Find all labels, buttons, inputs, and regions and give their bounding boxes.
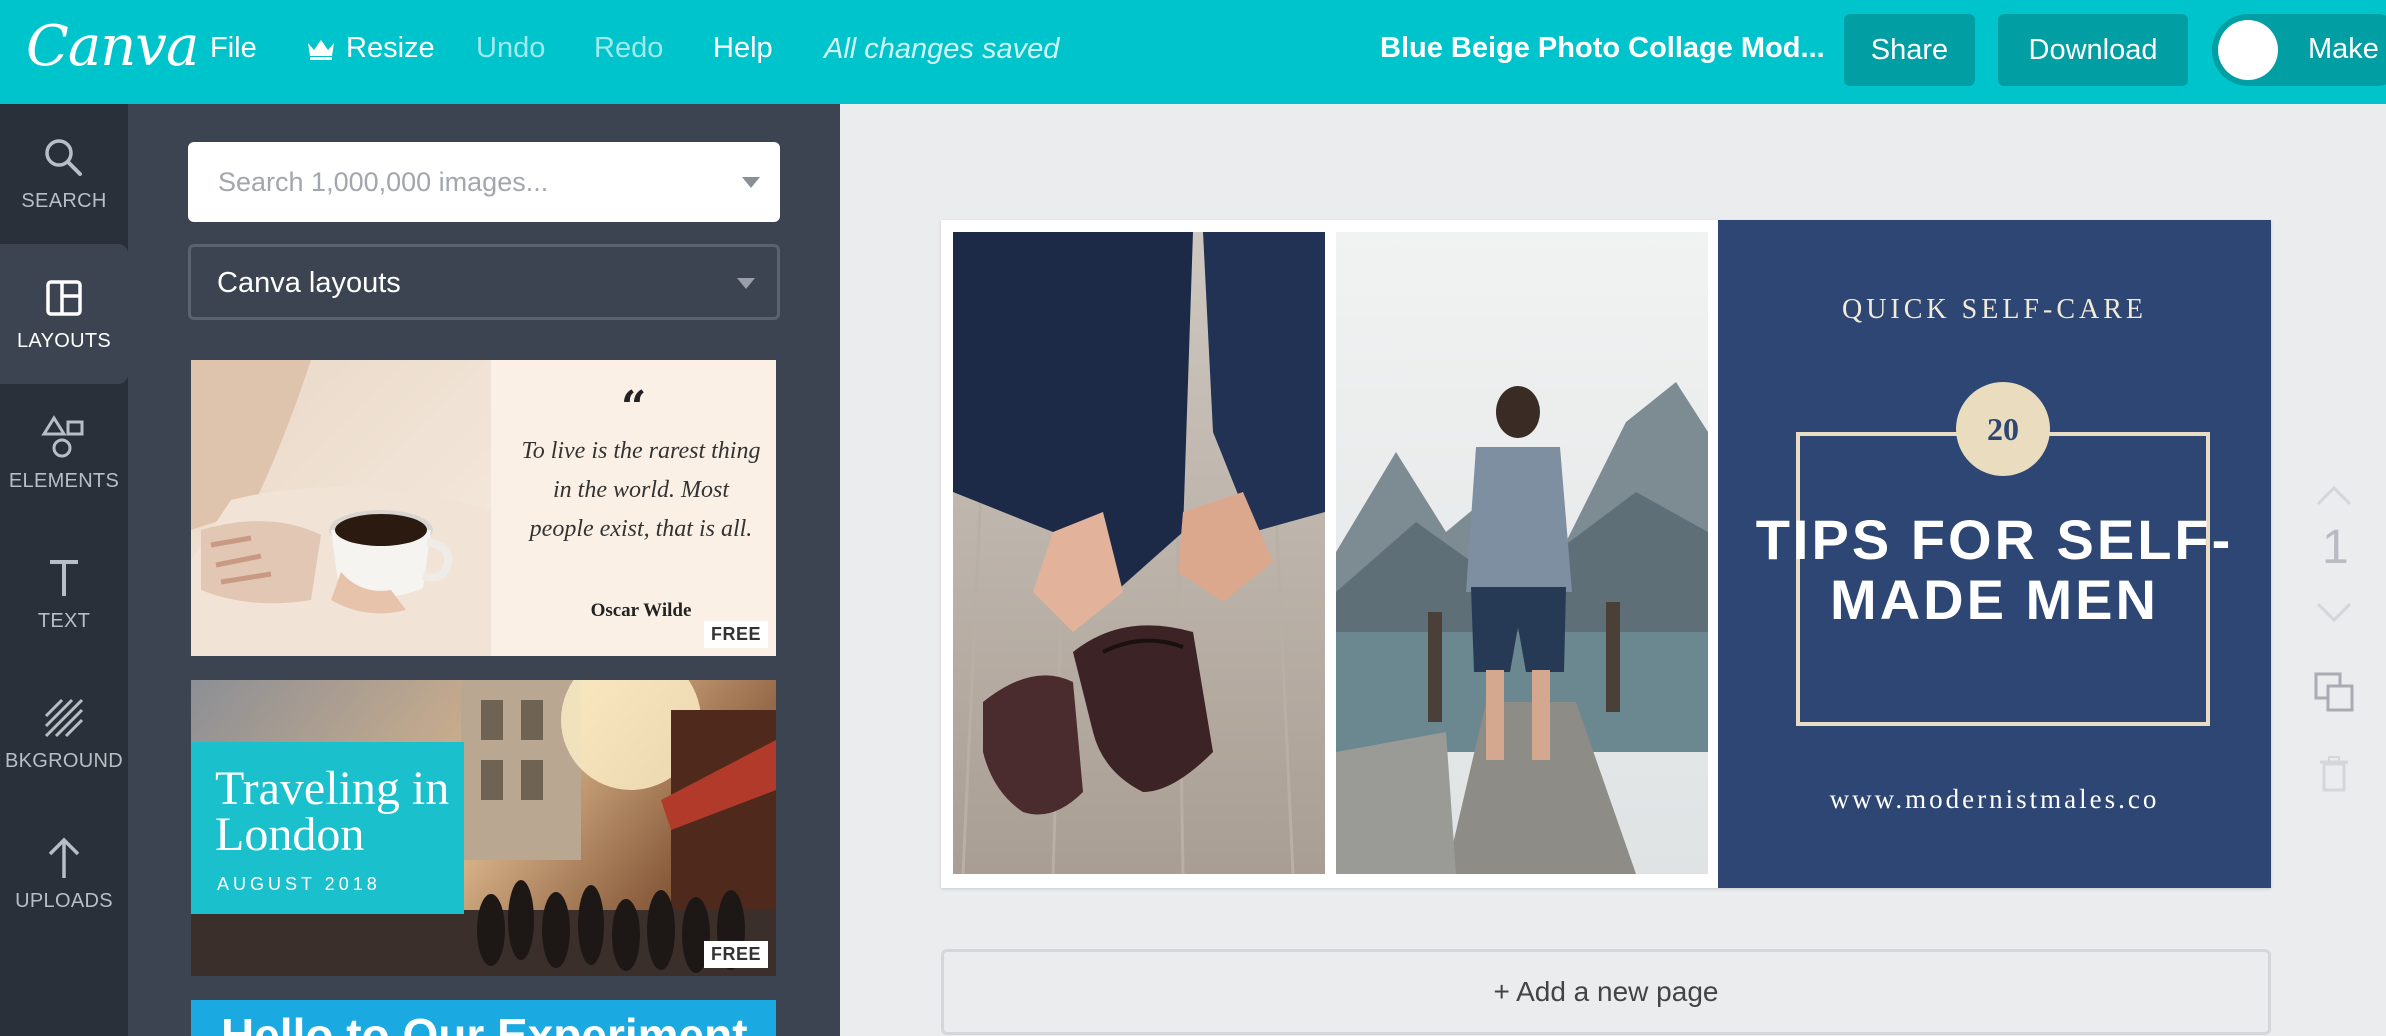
copy-page-icon[interactable] — [2312, 670, 2356, 714]
kicker-text[interactable]: QUICK SELF-CARE — [1718, 294, 2271, 326]
shoe-lacing-photo[interactable] — [953, 232, 1325, 874]
rail-item-uploads[interactable]: UPLOADS — [0, 804, 128, 944]
headline-text[interactable]: TIPS FOR SELF-MADE MEN — [1718, 510, 2271, 630]
image-search-input[interactable] — [188, 142, 728, 222]
design-page[interactable]: QUICK SELF-CARE 20 TIPS FOR SELF-MADE ME… — [941, 220, 2271, 888]
canva-logo[interactable]: Canva — [26, 14, 199, 79]
website-url-text[interactable]: www.modernistmales.co — [1718, 784, 2271, 815]
title-panel[interactable]: QUICK SELF-CARE 20 TIPS FOR SELF-MADE ME… — [1718, 220, 2271, 888]
rail-item-background[interactable]: BKGROUND — [0, 664, 128, 804]
free-badge: FREE — [703, 621, 768, 648]
mountain-pier-photo[interactable] — [1336, 232, 1708, 874]
rail-label-elements: ELEMENTS — [8, 470, 120, 492]
document-title[interactable]: Blue Beige Photo Collage Mod... — [1380, 32, 1825, 65]
london-subtitle: AUGUST 2018 — [217, 874, 381, 894]
elements-icon — [41, 415, 84, 458]
layouts-panel: Canva layouts “ To live is the rarest th… — [128, 104, 840, 1036]
top-bar: Canva File Resize Undo Redo Help All cha… — [0, 0, 2386, 104]
rail-item-layouts[interactable]: LAYOUTS — [0, 244, 128, 384]
canvas-area: QUICK SELF-CARE 20 TIPS FOR SELF-MADE ME… — [840, 104, 2386, 1036]
chevron-down-icon — [737, 278, 755, 289]
rail-item-search[interactable]: SEARCH — [0, 104, 128, 244]
quote-text: To live is the rarest thing in the world… — [521, 438, 761, 542]
add-new-page-button[interactable]: + Add a new page — [941, 949, 2271, 1035]
layout-category-value: Canva layouts — [217, 267, 401, 299]
rail-label-background: BKGROUND — [5, 750, 123, 772]
menu-file[interactable]: File — [210, 32, 257, 65]
move-page-down-icon[interactable] — [2314, 600, 2354, 624]
download-button[interactable]: Download — [1998, 14, 2188, 86]
side-rail: SEARCH LAYOUTS ELEMENTS TEXT BKGROUND UP… — [0, 104, 128, 1036]
quote-mark: “ — [621, 382, 647, 433]
save-status: All changes saved — [824, 33, 1060, 65]
text-icon — [50, 560, 78, 596]
menu-undo[interactable]: Undo — [476, 32, 545, 65]
toggle-knob — [2218, 20, 2278, 80]
delete-page-icon[interactable] — [2316, 754, 2352, 794]
chevron-down-icon[interactable] — [742, 177, 760, 188]
upload-icon — [48, 837, 80, 878]
rail-label-search: SEARCH — [21, 190, 107, 212]
layout-thumbnail-london[interactable]: Traveling in London AUGUST 2018 FREE — [191, 680, 776, 976]
rail-label-uploads: UPLOADS — [15, 890, 113, 912]
rail-label-layouts: LAYOUTS — [17, 330, 111, 352]
make-public-label: Make — [2308, 33, 2379, 65]
page-number: 1 — [2322, 521, 2349, 574]
menu-redo[interactable]: Redo — [594, 32, 663, 65]
background-icon — [44, 698, 84, 738]
layouts-icon — [46, 280, 82, 316]
quote-author: Oscar Wilde — [590, 600, 692, 621]
rail-item-elements[interactable]: ELEMENTS — [0, 384, 128, 524]
rail-label-text: TEXT — [37, 610, 91, 632]
rail-item-text[interactable]: TEXT — [0, 524, 128, 664]
search-icon — [45, 139, 82, 176]
make-public-toggle[interactable]: Make — [2212, 14, 2386, 86]
image-search-box — [188, 142, 780, 222]
crown-icon — [308, 40, 334, 60]
menu-resize[interactable]: Resize — [306, 32, 435, 65]
layout-thumbnail-quote[interactable]: “ To live is the rarest thing in the wor… — [191, 360, 776, 656]
coffee-cup-photo — [191, 360, 491, 656]
menu-resize-label: Resize — [346, 32, 435, 64]
thumbnail-title: Hello to Our Experiment — [221, 1009, 748, 1036]
number-badge[interactable]: 20 — [1956, 382, 2050, 476]
london-title: Traveling in London — [215, 762, 450, 861]
layout-category-select[interactable]: Canva layouts — [188, 244, 780, 320]
share-button[interactable]: Share — [1844, 14, 1975, 86]
menu-help[interactable]: Help — [713, 32, 773, 65]
move-page-up-icon[interactable] — [2314, 484, 2354, 508]
title-overlay: Traveling in London AUGUST 2018 — [191, 742, 464, 914]
free-badge: FREE — [703, 941, 768, 968]
layout-thumbnail-blue[interactable]: Hello to Our Experiment — [191, 1000, 776, 1036]
